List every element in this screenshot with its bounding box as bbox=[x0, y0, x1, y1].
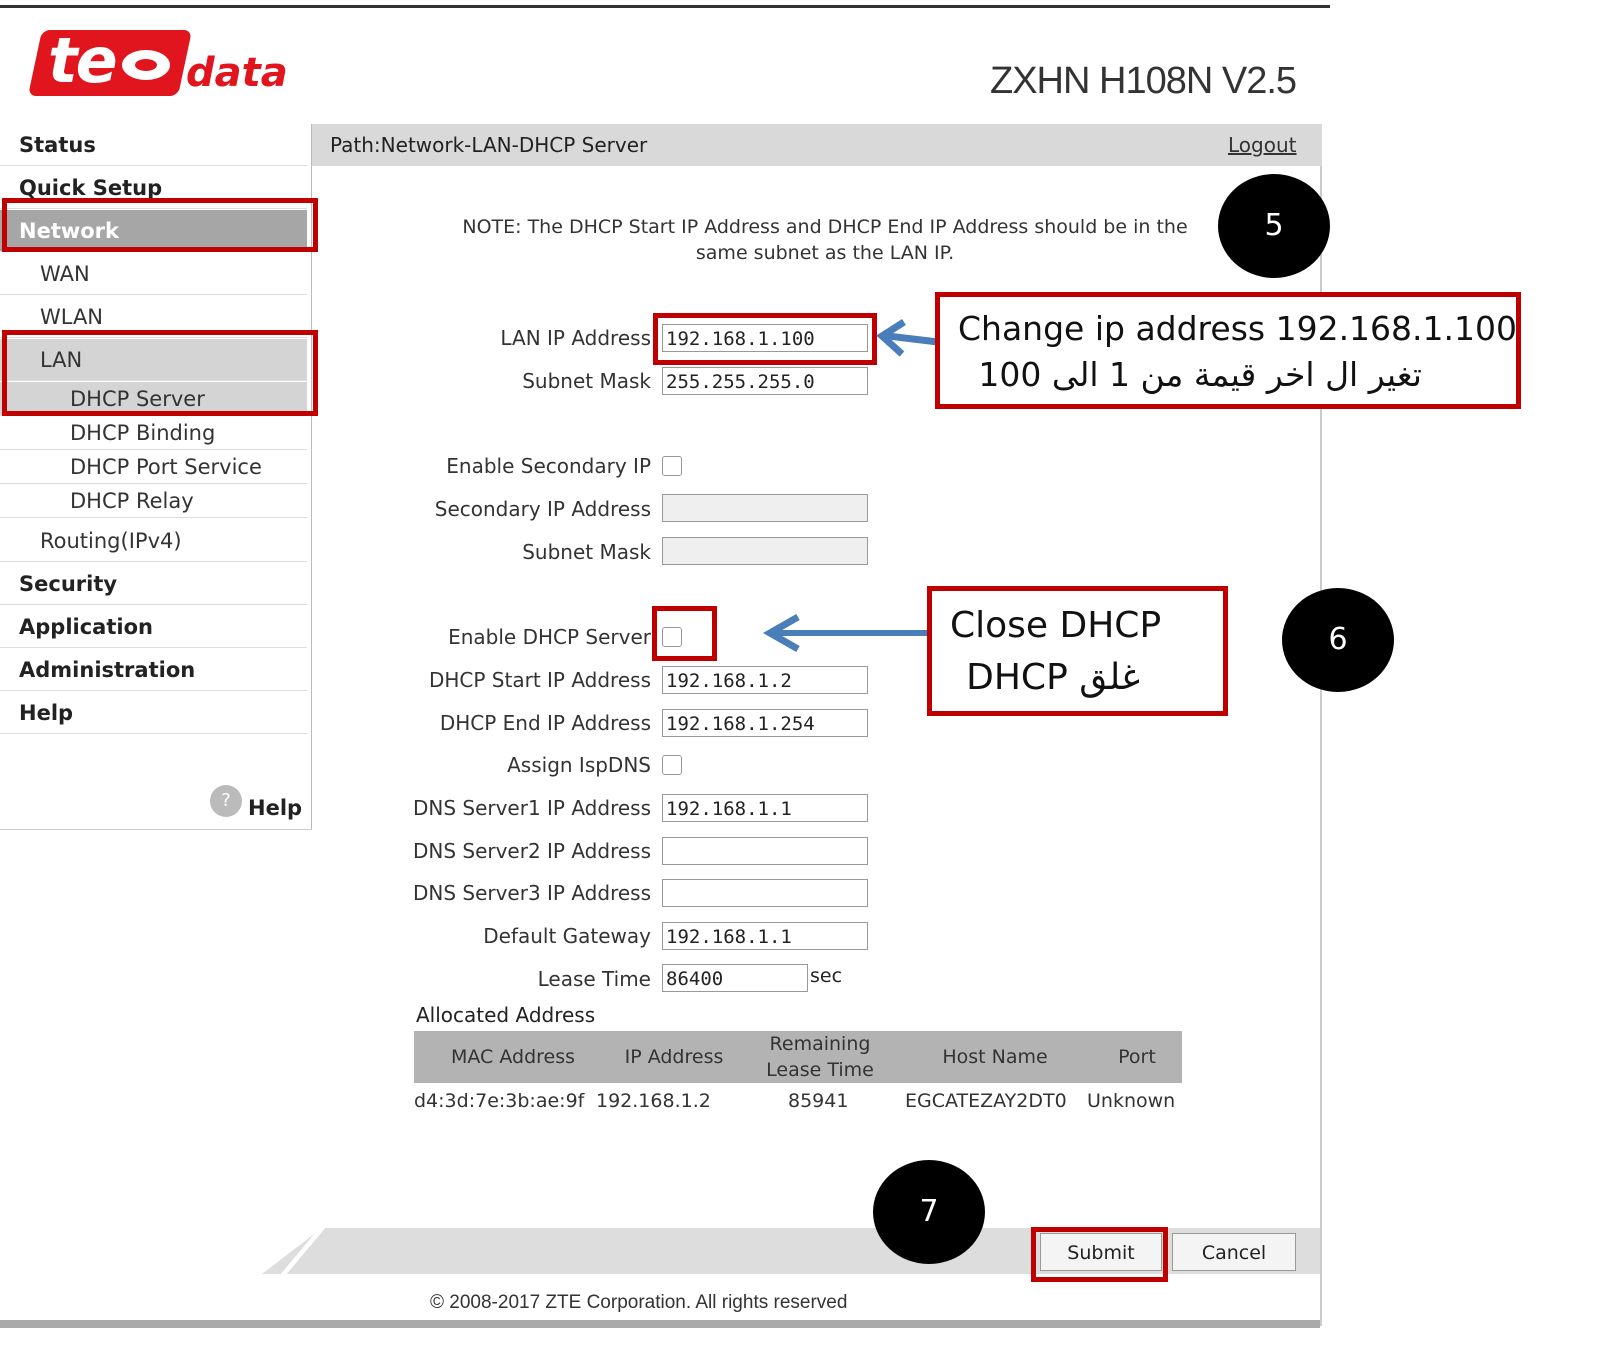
step-5-marker: 5 bbox=[1218, 174, 1330, 278]
callout-close-dhcp: Close DHCP غلق DHCP bbox=[927, 586, 1228, 716]
sidebar-item-security[interactable]: Security bbox=[0, 563, 307, 605]
dhcp-start-label: DHCP Start IP Address bbox=[428, 668, 651, 692]
dns2-label: DNS Server2 IP Address bbox=[412, 839, 651, 863]
subnet-mask-input[interactable]: 255.255.255.0 bbox=[662, 367, 868, 395]
brand-logo-sub: data bbox=[186, 50, 288, 96]
col-hostname: Host Name bbox=[942, 1046, 1048, 1068]
highlight-submit bbox=[1031, 1227, 1168, 1282]
col-mac: MAC Address bbox=[450, 1046, 576, 1068]
row-remaining: 85941 bbox=[788, 1090, 849, 1112]
secondary-subnet-label: Subnet Mask bbox=[522, 540, 651, 564]
dns3-label: DNS Server3 IP Address bbox=[412, 881, 651, 905]
dhcp-start-input[interactable]: 192.168.1.2 bbox=[662, 666, 868, 694]
highlight-lan-ip bbox=[653, 313, 877, 365]
allocated-table-header: MAC Address IP Address Remaining Lease T… bbox=[414, 1031, 1182, 1083]
logo-swoosh-icon bbox=[122, 50, 170, 80]
sidebar-item-dhcp-relay[interactable]: DHCP Relay bbox=[0, 484, 307, 518]
cancel-button[interactable]: Cancel bbox=[1172, 1233, 1296, 1271]
callout-close-dhcp-line2: غلق DHCP bbox=[966, 657, 1140, 698]
allocated-title: Allocated Address bbox=[416, 1003, 596, 1027]
lan-ip-label: LAN IP Address bbox=[500, 326, 651, 350]
highlight-enable-dhcp bbox=[652, 606, 717, 661]
callout-close-dhcp-line1: Close DHCP bbox=[950, 605, 1162, 646]
logout-link[interactable]: Logout bbox=[1228, 124, 1296, 166]
dns1-input[interactable]: 192.168.1.1 bbox=[662, 794, 868, 822]
step-7-marker: 7 bbox=[873, 1160, 985, 1264]
row-port: Unknown bbox=[1087, 1090, 1176, 1112]
sidebar-item-wan[interactable]: WAN bbox=[0, 253, 307, 295]
sidebar-item-help[interactable]: Help bbox=[0, 692, 307, 734]
highlight-network bbox=[2, 198, 318, 252]
callout-change-ip-line2: تغير ال اخر قيمة من 1 الى 100 bbox=[978, 355, 1422, 394]
col-remaining: Remaining Lease Time bbox=[766, 1033, 874, 1081]
row-hostname: EGCATEZAY2DT0 bbox=[905, 1090, 1067, 1112]
breadcrumb: Path:Network-LAN-DHCP Server bbox=[330, 133, 648, 157]
callout-change-ip: Change ip address 192.168.1.100 تغير ال … bbox=[935, 292, 1521, 409]
col-ip: IP Address bbox=[624, 1046, 724, 1068]
brand-logo-text: te bbox=[48, 24, 118, 97]
row-mac: d4:3d:7e:3b:ae:9f bbox=[414, 1090, 585, 1112]
subnet-mask-label: Subnet Mask bbox=[522, 369, 651, 393]
lease-time-unit: sec bbox=[810, 965, 843, 987]
sidebar-item-administration[interactable]: Administration bbox=[0, 649, 307, 691]
callout-change-ip-line1: Change ip address 192.168.1.100 bbox=[958, 309, 1518, 348]
default-gateway-label: Default Gateway bbox=[483, 924, 651, 948]
sidebar-item-status[interactable]: Status bbox=[0, 124, 307, 166]
lease-time-label: Lease Time bbox=[537, 967, 651, 991]
lease-time-input[interactable]: 86400 bbox=[662, 964, 808, 992]
arrow-left-icon bbox=[762, 613, 928, 653]
dhcp-end-label: DHCP End IP Address bbox=[439, 711, 651, 735]
device-model: ZXHN H108N V2.5 bbox=[990, 60, 1297, 102]
enable-dhcp-label: Enable DHCP Server bbox=[448, 625, 651, 649]
enable-secondary-ip-checkbox[interactable] bbox=[662, 456, 682, 476]
bottom-border bbox=[0, 1320, 1320, 1328]
col-port: Port bbox=[1118, 1046, 1156, 1068]
sidebar-item-routing[interactable]: Routing(IPv4) bbox=[0, 520, 307, 562]
default-gateway-input[interactable]: 192.168.1.1 bbox=[662, 922, 868, 950]
assign-ispdns-checkbox[interactable] bbox=[662, 755, 682, 775]
top-border bbox=[0, 5, 1330, 8]
dhcp-end-input[interactable]: 192.168.1.254 bbox=[662, 709, 868, 737]
dns2-input[interactable] bbox=[662, 837, 868, 865]
sidebar-item-dhcp-port-service[interactable]: DHCP Port Service bbox=[0, 450, 307, 484]
help-icon[interactable]: ? bbox=[210, 785, 242, 817]
arrow-left-icon bbox=[876, 319, 939, 357]
row-ip: 192.168.1.2 bbox=[596, 1090, 711, 1112]
sidebar-item-dhcp-binding[interactable]: DHCP Binding bbox=[0, 416, 307, 450]
dhcp-note: NOTE: The DHCP Start IP Address and DHCP… bbox=[462, 216, 1188, 264]
sidebar-item-application[interactable]: Application bbox=[0, 606, 307, 648]
step-6-marker: 6 bbox=[1282, 588, 1394, 692]
secondary-ip-input[interactable] bbox=[662, 494, 868, 522]
assign-ispdns-label: Assign IspDNS bbox=[507, 753, 651, 777]
sidebar-help-link[interactable]: Help bbox=[248, 796, 302, 820]
dns3-input[interactable] bbox=[662, 879, 868, 907]
secondary-subnet-input[interactable] bbox=[662, 537, 868, 565]
highlight-lan-dhcp-server bbox=[2, 330, 318, 416]
copyright: © 2008-2017 ZTE Corporation. All rights … bbox=[430, 1292, 848, 1313]
dns1-label: DNS Server1 IP Address bbox=[412, 796, 651, 820]
enable-secondary-ip-label: Enable Secondary IP bbox=[446, 454, 651, 478]
secondary-ip-label: Secondary IP Address bbox=[434, 497, 651, 521]
